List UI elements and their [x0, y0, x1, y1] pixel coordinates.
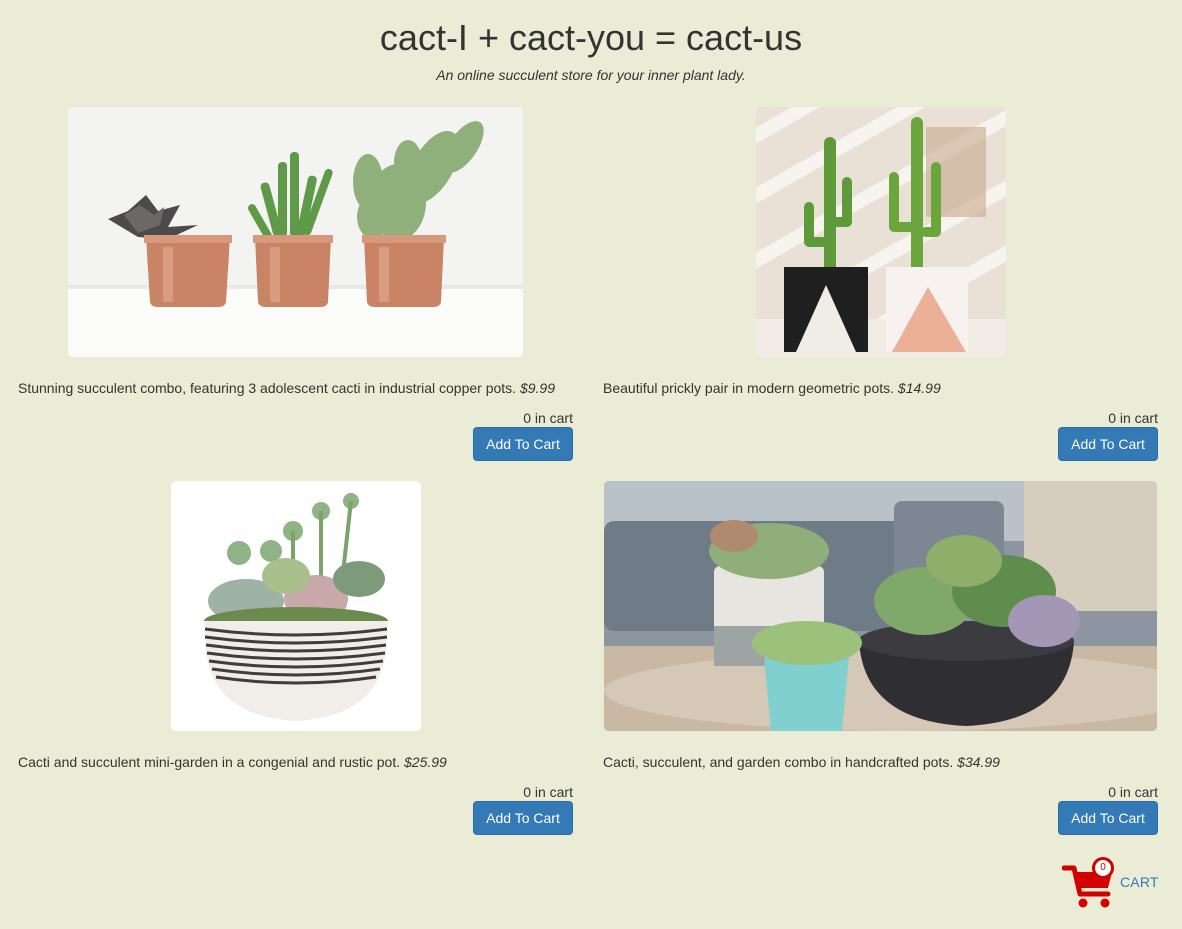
cart-widget[interactable]: 0 CART: [1062, 856, 1162, 910]
product-card-3: Cacti and succulent mini-garden in a con…: [18, 481, 573, 836]
add-to-cart-button-1[interactable]: Add To Cart: [473, 427, 573, 461]
product-card-4: Cacti, succulent, and garden combo in ha…: [603, 481, 1158, 836]
page-header: cact-I + cact-you = cact-us An online su…: [0, 0, 1182, 84]
product-price: $14.99: [897, 380, 941, 396]
cart-count-badge: 0: [1092, 857, 1114, 879]
in-cart-count-1: 0 in cart: [523, 410, 573, 426]
product-image-2: [756, 107, 1006, 357]
product-description-text: Stunning succulent combo, featuring 3 ad…: [18, 380, 517, 396]
in-cart-count-2: 0 in cart: [1108, 410, 1158, 426]
product-description-text: Beautiful prickly pair in modern geometr…: [603, 380, 895, 396]
add-to-cart-button-4[interactable]: Add To Cart: [1058, 801, 1158, 835]
product-card-2: Beautiful prickly pair in modern geometr…: [603, 107, 1158, 462]
cart-link[interactable]: CART: [1120, 874, 1159, 890]
add-to-cart-button-3[interactable]: Add To Cart: [473, 801, 573, 835]
add-to-cart-button-2[interactable]: Add To Cart: [1058, 427, 1158, 461]
product-description-2: Beautiful prickly pair in modern geometr…: [603, 379, 941, 397]
product-image-3: [171, 481, 421, 731]
product-card-1: Stunning succulent combo, featuring 3 ad…: [18, 107, 573, 462]
product-description-3: Cacti and succulent mini-garden in a con…: [18, 753, 447, 771]
product-description-text: Cacti, succulent, and garden combo in ha…: [603, 754, 954, 770]
product-image-1: [68, 107, 523, 357]
product-description-1: Stunning succulent combo, featuring 3 ad…: [18, 379, 555, 397]
product-price: $9.99: [519, 380, 556, 396]
product-description-4: Cacti, succulent, and garden combo in ha…: [603, 753, 1000, 771]
in-cart-count-4: 0 in cart: [1108, 784, 1158, 800]
in-cart-count-3: 0 in cart: [523, 784, 573, 800]
product-price: $34.99: [957, 754, 1000, 770]
product-description-text: Cacti and succulent mini-garden in a con…: [18, 754, 401, 770]
page-title: cact-I + cact-you = cact-us: [379, 17, 803, 58]
page-subtitle: An online succulent store for your inner…: [436, 67, 746, 83]
product-price: $25.99: [404, 754, 447, 770]
product-image-4: [604, 481, 1157, 731]
